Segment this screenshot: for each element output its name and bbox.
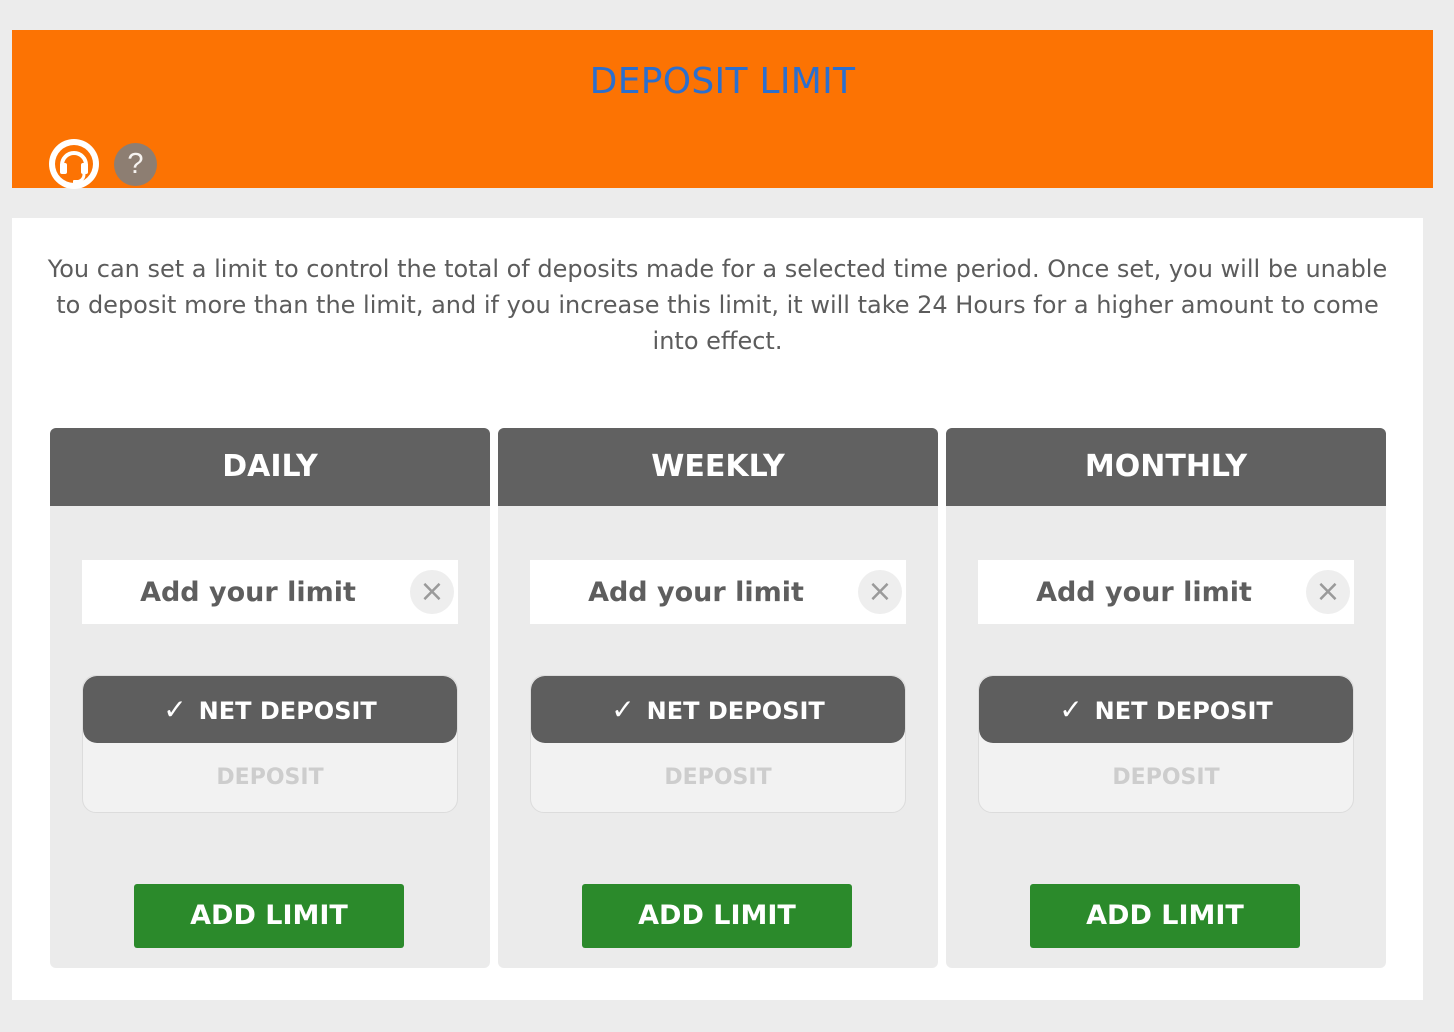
help-icon[interactable]: ?: [114, 143, 157, 186]
limit-input[interactable]: [978, 560, 1354, 624]
card-title: WEEKLY: [498, 428, 938, 506]
deposit-type-toggle: ✓ NET DEPOSIT DEPOSIT: [978, 675, 1354, 813]
check-icon: ✓: [611, 693, 635, 726]
deposit-option[interactable]: DEPOSIT: [83, 743, 457, 812]
limit-input[interactable]: [530, 560, 906, 624]
limit-input[interactable]: [82, 560, 458, 624]
add-limit-button[interactable]: ADD LIMIT: [582, 884, 852, 948]
add-limit-button[interactable]: ADD LIMIT: [134, 884, 404, 948]
option-label: NET DEPOSIT: [198, 697, 377, 725]
clear-icon[interactable]: ×: [410, 570, 454, 614]
limit-input-wrapper: ×: [82, 560, 458, 624]
page-title: DEPOSIT LIMIT: [589, 61, 856, 102]
clear-icon[interactable]: ×: [858, 570, 902, 614]
add-limit-button[interactable]: ADD LIMIT: [1030, 884, 1300, 948]
limit-input-wrapper: ×: [530, 560, 906, 624]
clear-icon[interactable]: ×: [1306, 570, 1350, 614]
card-weekly: WEEKLY × ✓ NET DEPOSIT DEPOSIT ADD LIMIT: [498, 428, 938, 968]
page-header: DEPOSIT LIMIT ?: [12, 30, 1433, 190]
card-monthly: MONTHLY × ✓ NET DEPOSIT DEPOSIT ADD LIMIT: [946, 428, 1386, 968]
check-icon: ✓: [163, 693, 187, 726]
deposit-option[interactable]: DEPOSIT: [979, 743, 1353, 812]
card-daily: DAILY × ✓ NET DEPOSIT DEPOSIT ADD LIMIT: [50, 428, 490, 968]
content-panel: You can set a limit to control the total…: [12, 218, 1423, 1000]
intro-text: You can set a limit to control the total…: [47, 255, 1388, 355]
net-deposit-option[interactable]: ✓ NET DEPOSIT: [979, 676, 1353, 743]
headset-icon[interactable]: [48, 138, 100, 190]
limit-input-wrapper: ×: [978, 560, 1354, 624]
card-title: DAILY: [50, 428, 490, 506]
deposit-type-toggle: ✓ NET DEPOSIT DEPOSIT: [530, 675, 906, 813]
deposit-option[interactable]: DEPOSIT: [531, 743, 905, 812]
option-label: NET DEPOSIT: [646, 697, 825, 725]
net-deposit-option[interactable]: ✓ NET DEPOSIT: [83, 676, 457, 743]
net-deposit-option[interactable]: ✓ NET DEPOSIT: [531, 676, 905, 743]
limit-cards: DAILY × ✓ NET DEPOSIT DEPOSIT ADD LIMIT W…: [50, 428, 1386, 968]
card-title: MONTHLY: [946, 428, 1386, 506]
option-label: NET DEPOSIT: [1094, 697, 1273, 725]
check-icon: ✓: [1059, 693, 1083, 726]
deposit-type-toggle: ✓ NET DEPOSIT DEPOSIT: [82, 675, 458, 813]
